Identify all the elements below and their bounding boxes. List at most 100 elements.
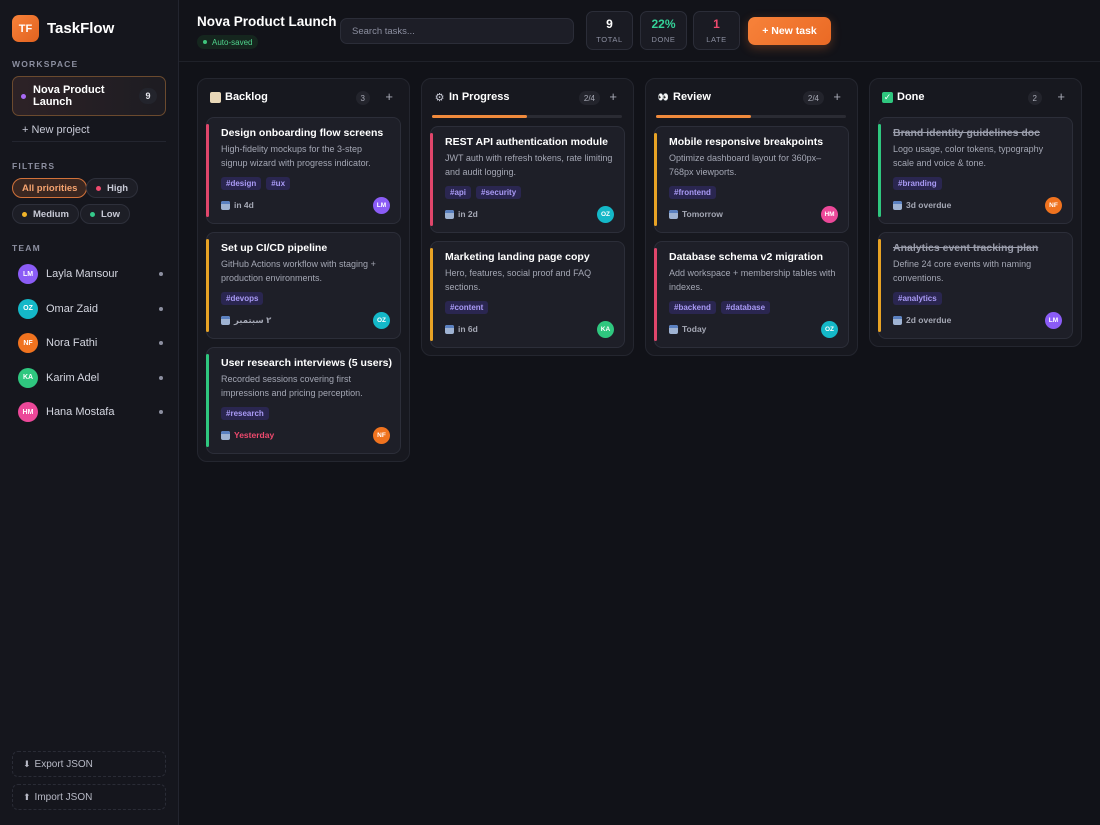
tag[interactable]: #database [720,301,771,314]
stat-value: 22% [651,17,676,31]
tag[interactable]: #design [221,177,262,190]
priority-bar [206,239,209,332]
export-json-button[interactable]: ⬇ Export JSON [12,751,166,777]
due-label: Tomorrow [682,209,723,219]
task-card[interactable]: Mobile responsive breakpoints Optimize da… [654,126,849,233]
new-task-button[interactable]: + New task [748,17,831,45]
tag[interactable]: #security [476,186,522,199]
card-title: Mobile responsive breakpoints [669,136,824,148]
tag-list: #design #ux [221,177,295,190]
app-name: TaskFlow [47,20,115,37]
column-review: 👀 Review 2/4 + Mobile responsive breakpoints… [645,78,858,356]
tag[interactable]: #branding [893,177,942,190]
import-json-button[interactable]: ⬆ Import JSON [12,784,166,810]
stat-value: 9 [606,17,613,31]
tag-list: #api #security [445,186,526,199]
autosave-label: Auto-saved [212,37,253,47]
add-card-button[interactable]: + [385,89,393,104]
priority-dot [22,211,27,217]
team-member-oz[interactable]: OZ Omar Zaid [18,298,163,320]
tag[interactable]: #content [445,301,489,314]
status-dot [159,272,163,276]
add-card-button[interactable]: + [833,89,841,104]
tag[interactable]: #devops [221,292,264,305]
priority-bar [878,124,881,217]
assignee-avatar[interactable]: NF [373,427,390,444]
tag-list: #frontend [669,186,721,199]
task-card[interactable]: Brand identity guidelines doc Logo usage,… [878,117,1073,224]
calendar-icon [221,200,230,210]
priority-bar [430,133,433,226]
card-description: Add workspace + membership tables with i… [669,268,836,292]
calendar-icon [893,200,902,210]
search-input[interactable] [340,18,574,44]
stat-label: LATE [706,35,727,44]
due-label: in 6d [458,324,478,334]
assignee-avatar[interactable]: HM [821,206,838,223]
avatar: OZ [18,298,38,319]
assignee-avatar[interactable]: OZ [597,206,614,223]
tag[interactable]: #ux [266,177,291,190]
due-date: in 6d [445,324,478,334]
stat-value: 1 [713,17,720,31]
tag[interactable]: #analytics [893,292,942,305]
assignee-avatar[interactable]: OZ [821,321,838,338]
status-dot [159,375,163,380]
workspace-label: WORKSPACE [12,59,79,69]
team-member-nf[interactable]: NF Nora Fathi [18,332,163,354]
assignee-avatar[interactable]: NF [1045,197,1062,214]
team-member-ka[interactable]: KA Karim Adel [18,367,163,389]
due-label: Today [682,324,707,334]
due-label: Yesterday [234,430,275,440]
tag-list: #research [221,407,274,420]
filter-chip-all-priorities[interactable]: All priorities [12,178,88,198]
tag-list: #analytics [893,292,947,305]
filter-chip-low[interactable]: Low [80,204,130,224]
tag[interactable]: #api [445,186,472,199]
project-dot [21,93,26,99]
stat-label: DONE [651,35,676,44]
add-card-button[interactable]: + [609,89,617,104]
task-card[interactable]: REST API authentication module JWT auth w… [430,126,625,233]
calendar-icon [445,324,454,334]
team-member-lm[interactable]: LM Layla Mansour [18,263,163,285]
tag-list: #branding [893,177,947,190]
project-item-nova[interactable]: Nova Product Launch 9 [12,76,166,116]
assignee-avatar[interactable]: KA [597,321,614,338]
task-card[interactable]: Design onboarding flow screens High-fidel… [206,117,401,224]
tag[interactable]: #research [221,407,269,420]
task-card[interactable]: Set up CI/CD pipeline GitHub Actions work… [206,232,401,339]
column-header: Backlog [210,91,268,103]
tag[interactable]: #frontend [669,186,716,199]
card-description: Logo usage, color tokens, typography sca… [893,144,1044,168]
due-label: 3d overdue [906,200,952,210]
member-name: Layla Mansour [46,268,119,280]
priority-bar [654,248,657,341]
filter-chip-high[interactable]: High [86,178,139,198]
import-label: Import JSON [34,791,93,803]
assignee-avatar[interactable]: LM [373,197,390,214]
download-icon: ⬇ [23,758,31,769]
column-title: Done [897,91,925,103]
card-title: REST API authentication module [445,136,608,148]
filter-chip-medium[interactable]: Medium [12,204,79,224]
task-card[interactable]: Database schema v2 migration Add workspac… [654,241,849,348]
avatar: KA [18,367,38,388]
priority-bar [430,248,433,341]
team-member-hm[interactable]: HM Hana Mostafa [18,401,163,423]
add-card-button[interactable]: + [1057,89,1065,104]
new-project-button[interactable]: + New project [12,118,166,142]
column-count: 2/4 [578,91,600,105]
assignee-avatar[interactable]: OZ [373,312,390,329]
tag[interactable]: #backend [669,301,716,314]
task-card[interactable]: User research interviews (5 users) Record… [206,347,401,454]
assignee-avatar[interactable]: LM [1045,312,1062,329]
column-title: Review [673,91,711,103]
task-card[interactable]: Marketing landing page copy Hero, feature… [430,241,625,348]
brand[interactable]: TF TaskFlow [12,15,114,42]
member-name: Karim Adel [46,371,100,384]
task-card[interactable]: Analytics event tracking plan Define 24 c… [878,232,1073,339]
member-name: Nora Fathi [46,337,98,349]
filter-label: Medium [33,208,69,220]
card-title: Brand identity guidelines doc [893,127,1041,139]
